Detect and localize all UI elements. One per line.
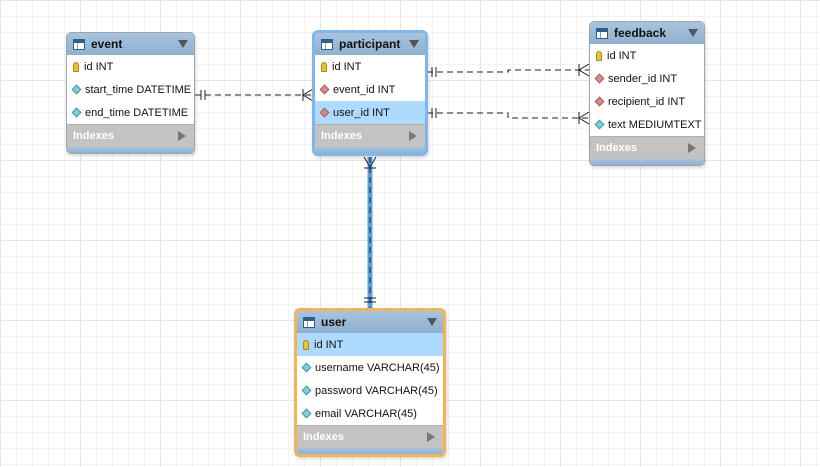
foreign-key-icon xyxy=(319,107,330,118)
table-icon xyxy=(303,316,315,328)
column-label: id INT xyxy=(84,60,114,73)
collapse-toggle-icon[interactable] xyxy=(178,40,188,48)
table-header[interactable]: user xyxy=(297,311,443,333)
primary-key-icon xyxy=(321,61,327,72)
indexes-section[interactable]: Indexes xyxy=(67,124,194,147)
column-row[interactable]: end_time DATETIME xyxy=(67,101,194,124)
indexes-label: Indexes xyxy=(303,431,344,443)
relationship-participant-user[interactable] xyxy=(363,156,377,309)
column-row[interactable]: password VARCHAR(45) xyxy=(297,379,443,402)
column-row[interactable]: id INT xyxy=(297,333,443,356)
table-footer xyxy=(315,147,425,153)
column-label: sender_id INT xyxy=(608,72,678,85)
column-label: event_id INT xyxy=(333,83,396,96)
column-label: id INT xyxy=(314,338,344,351)
relationship-event-participant[interactable] xyxy=(195,88,314,102)
expand-indexes-icon[interactable] xyxy=(178,131,186,141)
table-participant[interactable]: participant id INT event_id INT user_id … xyxy=(312,30,428,156)
column-row[interactable]: username VARCHAR(45) xyxy=(297,356,443,379)
column-label: id INT xyxy=(332,60,362,73)
column-icon xyxy=(301,362,312,373)
column-row[interactable]: sender_id INT xyxy=(590,67,704,90)
column-label: password VARCHAR(45) xyxy=(315,384,438,397)
relationship-participant-feedback-recipient[interactable] xyxy=(427,108,590,125)
column-row[interactable]: start_time DATETIME xyxy=(67,78,194,101)
expand-indexes-icon[interactable] xyxy=(409,131,417,141)
column-label: user_id INT xyxy=(333,106,390,119)
table-footer xyxy=(297,448,443,454)
table-header[interactable]: participant xyxy=(315,33,425,55)
column-row[interactable]: event_id INT xyxy=(315,78,425,101)
column-row[interactable]: text MEDIUMTEXT xyxy=(590,113,704,136)
column-row[interactable]: recipient_id INT xyxy=(590,90,704,113)
column-row[interactable]: id INT xyxy=(590,44,704,67)
column-label: username VARCHAR(45) xyxy=(315,361,440,374)
column-icon xyxy=(301,408,312,419)
column-icon xyxy=(71,84,82,95)
indexes-section[interactable]: Indexes xyxy=(315,124,425,147)
column-label: id INT xyxy=(607,49,637,62)
primary-key-icon xyxy=(73,61,79,72)
expand-indexes-icon[interactable] xyxy=(688,143,696,153)
table-user[interactable]: user id INT username VARCHAR(45) passwor… xyxy=(294,308,446,457)
column-label: start_time DATETIME xyxy=(85,83,192,96)
primary-key-icon xyxy=(303,339,309,350)
column-icon xyxy=(594,119,605,130)
table-footer xyxy=(67,147,194,153)
collapse-toggle-icon[interactable] xyxy=(688,29,698,37)
column-label: email VARCHAR(45) xyxy=(315,407,417,420)
indexes-section[interactable]: Indexes xyxy=(590,136,704,159)
column-label: text MEDIUMTEXT xyxy=(608,118,702,131)
table-event[interactable]: event id INT start_time DATETIME end_tim… xyxy=(66,32,195,154)
table-title: event xyxy=(91,37,123,51)
relationship-participant-feedback-sender[interactable] xyxy=(427,63,590,77)
column-row[interactable]: id INT xyxy=(67,55,194,78)
collapse-toggle-icon[interactable] xyxy=(409,40,419,48)
column-row[interactable]: email VARCHAR(45) xyxy=(297,402,443,425)
indexes-label: Indexes xyxy=(73,130,114,142)
indexes-label: Indexes xyxy=(596,142,637,154)
table-icon xyxy=(73,38,85,50)
indexes-label: Indexes xyxy=(321,130,362,142)
table-title: feedback xyxy=(614,26,667,40)
foreign-key-icon xyxy=(594,73,605,84)
table-icon xyxy=(321,38,333,50)
column-label: end_time DATETIME xyxy=(85,106,189,119)
table-header[interactable]: event xyxy=(67,33,194,55)
table-icon xyxy=(596,27,608,39)
column-icon xyxy=(71,107,82,118)
foreign-key-icon xyxy=(594,96,605,107)
column-label: recipient_id INT xyxy=(608,95,686,108)
indexes-section[interactable]: Indexes xyxy=(297,425,443,448)
table-footer xyxy=(590,159,704,165)
expand-indexes-icon[interactable] xyxy=(427,432,435,442)
table-feedback[interactable]: feedback id INT sender_id INT recipient_… xyxy=(589,21,705,166)
foreign-key-icon xyxy=(319,84,330,95)
column-row[interactable]: id INT xyxy=(315,55,425,78)
table-title: user xyxy=(321,315,347,329)
table-header[interactable]: feedback xyxy=(590,22,704,44)
primary-key-icon xyxy=(596,50,602,61)
column-icon xyxy=(301,385,312,396)
collapse-toggle-icon[interactable] xyxy=(427,318,437,326)
table-title: participant xyxy=(339,37,401,51)
column-row[interactable]: user_id INT xyxy=(315,101,425,124)
